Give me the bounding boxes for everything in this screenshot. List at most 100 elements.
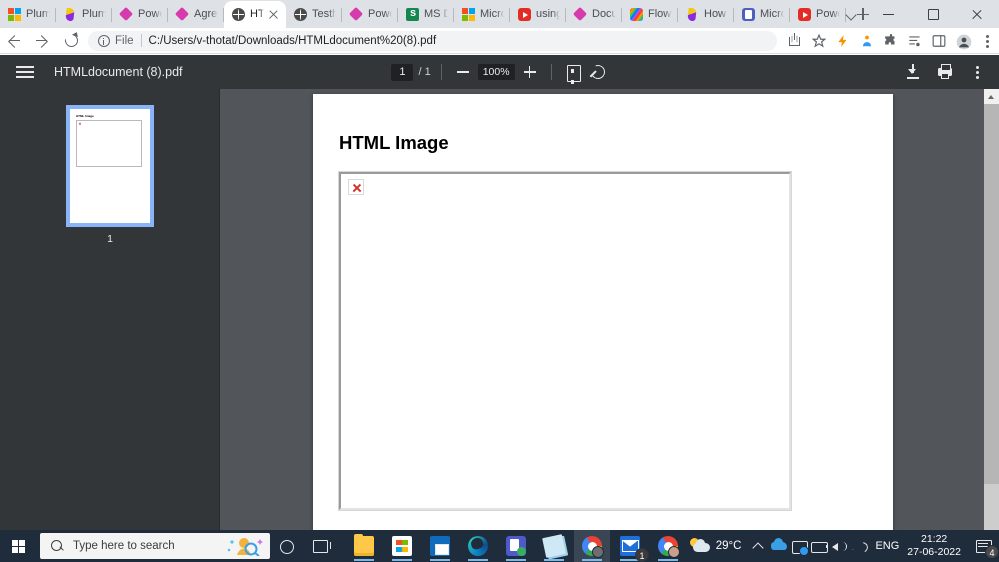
- url-scheme-label: File: [115, 34, 134, 47]
- network-wifi-icon[interactable]: [849, 530, 869, 562]
- app-running-indicator: [354, 559, 374, 561]
- tray-app-icon[interactable]: [789, 530, 810, 562]
- weather-temperature: 29°C: [715, 540, 742, 552]
- onedrive-icon[interactable]: [769, 530, 789, 562]
- fit-to-page-icon[interactable]: [562, 61, 584, 84]
- browser-tab[interactable]: Agree: [168, 1, 224, 28]
- browser-tab[interactable]: using: [510, 1, 566, 28]
- sidebar-toggle-icon[interactable]: [14, 64, 36, 80]
- battery-icon[interactable]: [809, 530, 829, 562]
- vertical-scrollbar[interactable]: [984, 89, 999, 530]
- start-button[interactable]: [0, 530, 38, 562]
- teams-icon: [742, 8, 755, 21]
- browser-tab[interactable]: Testht: [286, 1, 342, 28]
- close-window-button[interactable]: [955, 0, 999, 28]
- window-controls: [837, 0, 999, 28]
- side-panel-icon[interactable]: [927, 28, 951, 54]
- taskbar-app-google-chrome[interactable]: [574, 530, 610, 562]
- power-apps-icon: [176, 8, 189, 21]
- browser-tab[interactable]: Power: [342, 1, 398, 28]
- notification-center-button[interactable]: 4: [969, 530, 999, 562]
- reading-list-icon[interactable]: [903, 28, 927, 54]
- rotate-icon[interactable]: [586, 61, 608, 83]
- browser-tab[interactable]: Docu: [566, 1, 622, 28]
- app-running-indicator: [392, 559, 412, 561]
- browser-tab[interactable]: MS Di: [398, 1, 454, 28]
- taskbar-app-mail[interactable]: 1: [612, 530, 649, 562]
- taskbar-app-microsoft-teams[interactable]: [498, 530, 534, 562]
- address-bar[interactable]: File C:/Users/v-thotat/Downloads/HTMLdoc…: [88, 30, 777, 51]
- clock-date: 27-06-2022: [907, 546, 961, 558]
- taskbar-app-file-explorer[interactable]: [346, 530, 382, 562]
- taskbar-app-outlook[interactable]: [422, 530, 458, 562]
- browser-tab-label: Plums: [26, 8, 50, 20]
- browser-tab[interactable]: Flowr: [622, 1, 678, 28]
- print-icon[interactable]: [931, 58, 959, 86]
- pdf-viewer-body: HTML Image ✕ 1 HTML Image: [0, 89, 999, 530]
- download-icon[interactable]: [899, 58, 927, 86]
- volume-icon[interactable]: [829, 530, 849, 562]
- more-actions-icon[interactable]: [963, 58, 991, 86]
- zoom-level-value[interactable]: 100%: [477, 64, 515, 80]
- thumbnail-heading-preview: HTML Image: [76, 114, 94, 118]
- broken-image-icon: [348, 179, 364, 195]
- taskbar-app-sticky-notes[interactable]: [536, 530, 572, 562]
- power-apps-icon: [574, 8, 587, 21]
- share-icon[interactable]: [783, 28, 807, 54]
- clock-time: 21:22: [921, 533, 948, 545]
- zoom-out-button[interactable]: [452, 61, 474, 83]
- maximize-button[interactable]: [911, 0, 955, 28]
- page-thumbnail[interactable]: HTML Image ✕: [66, 105, 154, 227]
- person-sync-icon[interactable]: [855, 28, 879, 54]
- chrome-menu-icon[interactable]: [975, 28, 999, 54]
- taskbar-app-microsoft-store[interactable]: [384, 530, 420, 562]
- taskbar-app-google-chrome-profile[interactable]: [650, 530, 686, 562]
- page-info-icon[interactable]: [98, 34, 110, 47]
- browser-tab[interactable]: Plums: [0, 1, 56, 28]
- power-automate-icon: [64, 8, 77, 21]
- browser-tab[interactable]: How t: [678, 1, 734, 28]
- forward-button[interactable]: [28, 28, 56, 54]
- app-running-indicator: [658, 559, 678, 561]
- page-total-label: / 1: [418, 66, 431, 78]
- cortana-button[interactable]: [270, 530, 304, 562]
- search-placeholder: Type here to search: [73, 540, 175, 552]
- browser-tab[interactable]: Plums: [56, 1, 112, 28]
- windows-logo-icon: [12, 540, 25, 553]
- pdf-page-controls: 1 / 1 100%: [387, 61, 612, 84]
- microsoft-edge-icon: [468, 536, 488, 556]
- browser-tab[interactable]: Micro: [734, 1, 790, 28]
- thumbnail-item[interactable]: HTML Image ✕ 1: [66, 105, 154, 245]
- toolbar-divider: [550, 64, 552, 80]
- page-number-input[interactable]: 1: [391, 63, 414, 81]
- minimize-button[interactable]: [867, 0, 911, 28]
- profile-avatar-icon[interactable]: [951, 28, 975, 54]
- zoom-in-button[interactable]: [519, 61, 541, 83]
- weather-widget[interactable]: 29°C: [689, 537, 742, 555]
- mail-badge-count: 1: [635, 548, 649, 562]
- show-hidden-icons-chevron-icon[interactable]: [749, 530, 769, 562]
- lightning-icon[interactable]: [831, 28, 855, 54]
- browser-tab[interactable]: Micro: [454, 1, 510, 28]
- pdf-file-name: HTMLdocument (8).pdf: [54, 65, 183, 79]
- thumbnail-broken-image-icon: ✕: [78, 122, 82, 126]
- scrollbar-thumb[interactable]: [984, 104, 999, 484]
- back-button[interactable]: [0, 28, 28, 54]
- browser-tab[interactable]: HT: [224, 1, 286, 28]
- clock[interactable]: 21:22 27-06-2022: [907, 533, 961, 559]
- scroll-up-arrow-icon[interactable]: [984, 89, 999, 104]
- task-view-button[interactable]: [304, 530, 338, 562]
- taskbar-search-box[interactable]: Type here to search: [40, 533, 270, 559]
- browser-tab-label: Micro: [480, 8, 504, 20]
- reload-button[interactable]: [56, 28, 84, 54]
- notification-count-badge: 4: [985, 545, 999, 559]
- power-automate-icon: [686, 8, 699, 21]
- browser-tab[interactable]: Power: [112, 1, 168, 28]
- tab-search-chevron-icon[interactable]: [837, 0, 867, 28]
- tab-close-icon[interactable]: [267, 8, 280, 21]
- bookmark-star-icon[interactable]: [807, 28, 831, 54]
- pdf-page: HTML Image: [313, 94, 893, 530]
- extensions-puzzle-icon[interactable]: [879, 28, 903, 54]
- language-indicator[interactable]: ENG: [875, 540, 899, 552]
- taskbar-app-microsoft-edge[interactable]: [460, 530, 496, 562]
